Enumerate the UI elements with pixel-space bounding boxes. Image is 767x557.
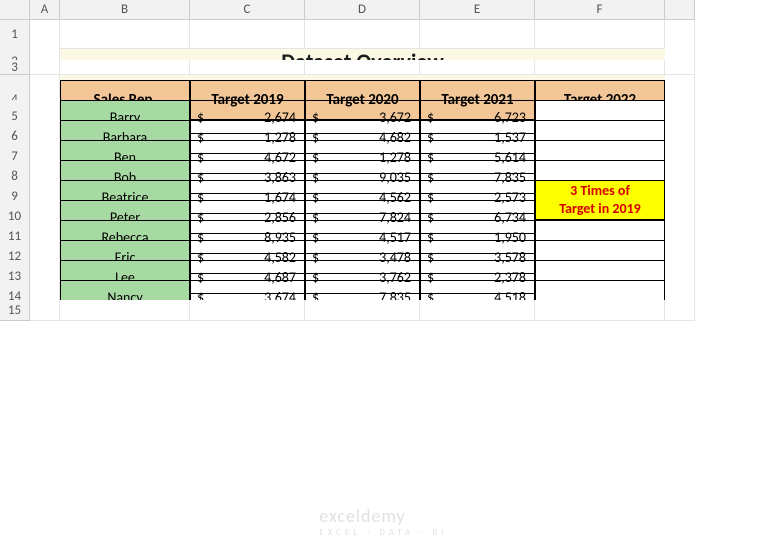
note-cell[interactable]: 3 Times ofTarget in 2019 [535, 180, 665, 220]
cell[interactable] [535, 60, 665, 75]
col-header[interactable] [665, 0, 695, 20]
col-header[interactable]: A [30, 0, 60, 20]
col-header[interactable]: F [535, 0, 665, 20]
cell[interactable] [420, 300, 535, 321]
cell[interactable] [190, 300, 305, 321]
cell[interactable] [305, 300, 420, 321]
col-header[interactable]: C [190, 0, 305, 20]
cell[interactable] [60, 300, 190, 321]
col-header[interactable]: D [305, 0, 420, 20]
cell[interactable] [535, 300, 665, 321]
cell[interactable] [665, 60, 695, 75]
select-all[interactable] [0, 0, 30, 20]
cell[interactable] [60, 20, 190, 49]
cell[interactable] [305, 20, 420, 49]
col-header[interactable]: E [420, 0, 535, 20]
cell[interactable] [305, 60, 420, 75]
note-line: Target in 2019 [559, 200, 641, 218]
cell[interactable] [420, 20, 535, 49]
cell[interactable] [665, 300, 695, 321]
row-header[interactable]: 3 [0, 60, 30, 75]
cell[interactable] [60, 60, 190, 75]
col-header[interactable]: B [60, 0, 190, 20]
cell[interactable] [190, 20, 305, 49]
cell[interactable] [30, 300, 60, 321]
row-header[interactable]: 15 [0, 300, 30, 321]
note-line: 3 Times of [559, 182, 641, 200]
watermark: exceldemy EXCEL · DATA · BI [319, 505, 447, 538]
cell[interactable] [190, 60, 305, 75]
cell[interactable] [535, 20, 665, 49]
cell[interactable] [420, 60, 535, 75]
cell[interactable] [30, 60, 60, 75]
